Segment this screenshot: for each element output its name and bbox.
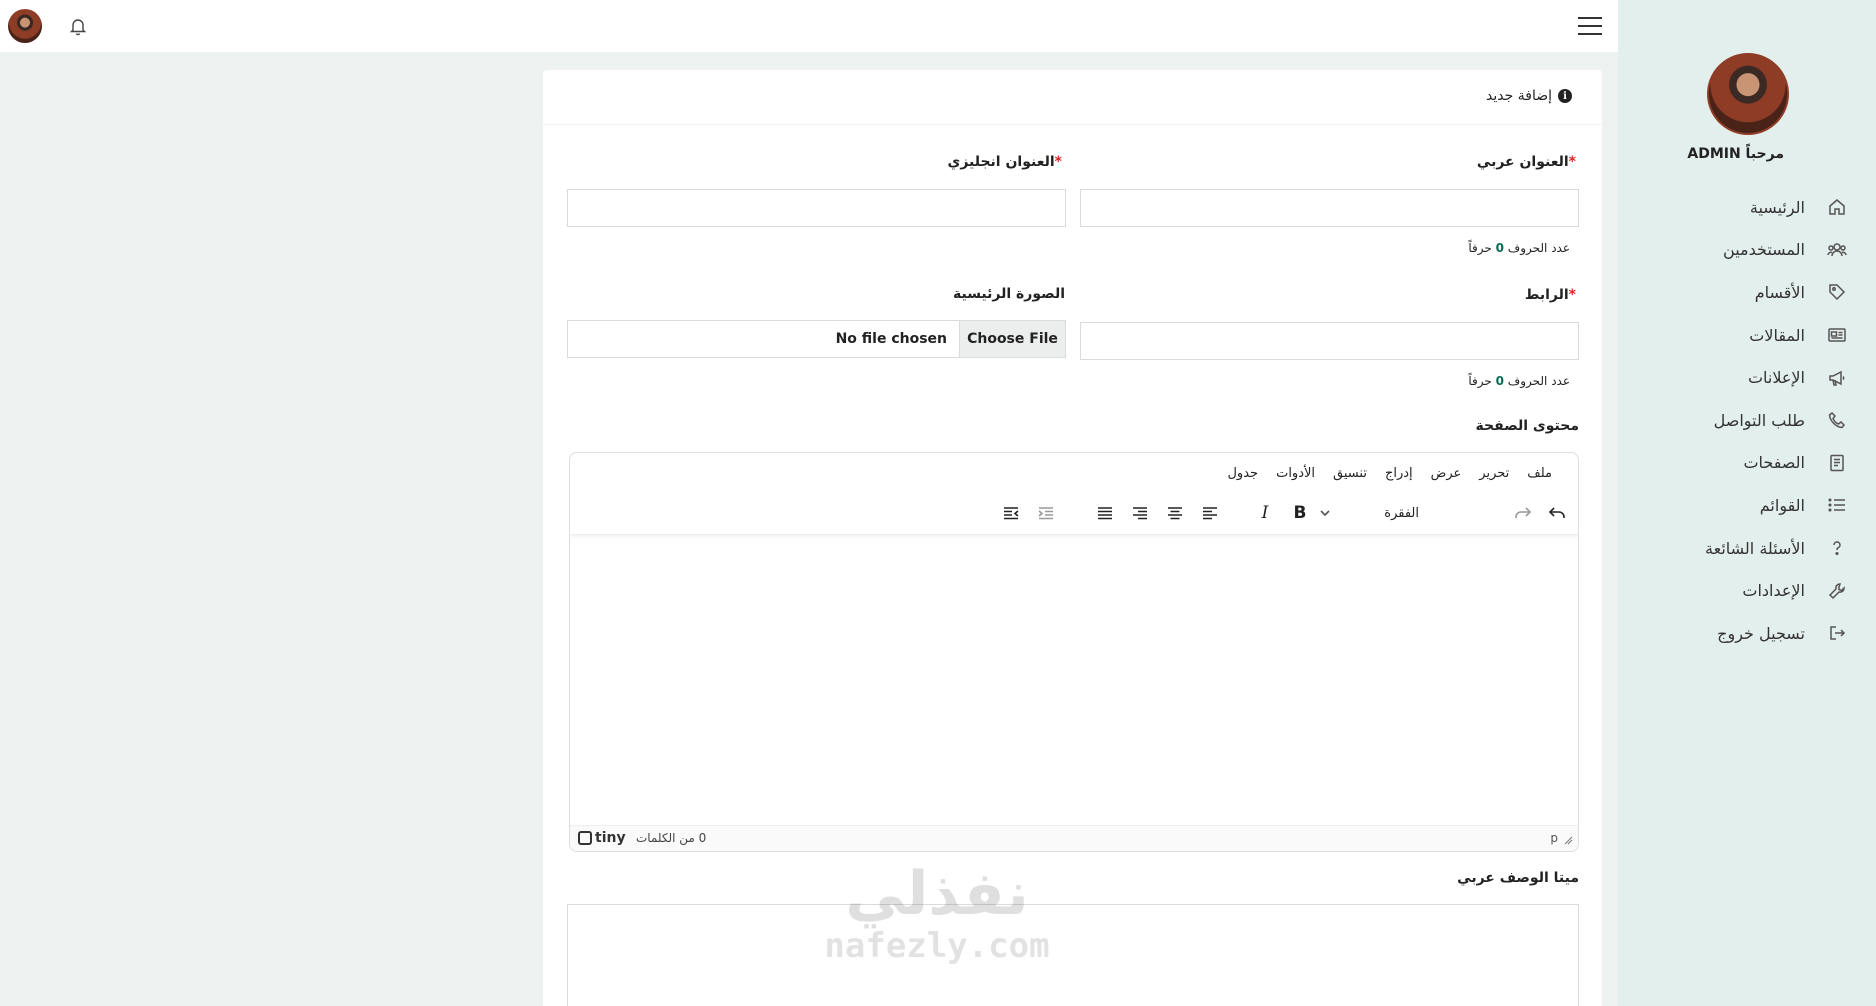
add-new-card: i إضافة جديد *العنوان عربي *العنوان انجل… (543, 70, 1602, 1006)
megaphone-icon (1827, 368, 1847, 388)
bold-button[interactable]: B (1288, 501, 1312, 525)
link-label: *الرابط (1524, 287, 1576, 303)
main-image-file-input[interactable]: No file chosen Choose File (567, 320, 1066, 358)
title-en-label: *العنوان انجليزي (947, 154, 1062, 170)
sidebar-item-logout[interactable]: تسجيل خروج (1618, 612, 1876, 655)
editor-toolbar: الفقرة B I (570, 493, 1578, 535)
menu-view[interactable]: عرض (1431, 466, 1462, 481)
word-count[interactable]: 0 من الكلمات (636, 831, 706, 845)
resize-handle-icon[interactable] (1563, 835, 1573, 845)
tiny-logo[interactable]: tiny (578, 830, 626, 846)
sidebar-item-contact[interactable]: طلب التواصل (1618, 399, 1876, 442)
tag-icon (1827, 282, 1847, 302)
editor-statusbar: tiny 0 من الكلمات p (570, 825, 1578, 851)
title-ar-char-counter: عدد الحروف 0 حرفاً (1468, 241, 1570, 255)
chevron-down-icon (1320, 510, 1330, 517)
sidebar-item-settings[interactable]: الإعدادات (1618, 569, 1876, 612)
user-avatar[interactable] (8, 9, 42, 43)
sidebar-item-pages[interactable]: الصفحات (1618, 442, 1876, 485)
menu-file[interactable]: ملف (1527, 466, 1552, 481)
menu-edit[interactable]: تحرير (1479, 466, 1509, 481)
sidebar-item-ads[interactable]: الإعلانات (1618, 356, 1876, 399)
title-ar-input[interactable] (1080, 189, 1579, 227)
notification-bell-icon[interactable] (68, 16, 88, 36)
users-icon (1827, 240, 1847, 260)
indent-icon[interactable] (1034, 501, 1058, 525)
outdent-icon[interactable] (999, 501, 1023, 525)
link-input[interactable] (1080, 322, 1579, 360)
align-right-icon[interactable] (1128, 501, 1152, 525)
align-center-icon[interactable] (1163, 501, 1187, 525)
main-image-label: الصورة الرئيسية (952, 286, 1065, 302)
editor-menubar: جدول الأدوات تنسيق إدراج عرض تحرير ملف (570, 453, 1578, 493)
undo-icon[interactable] (1545, 501, 1569, 525)
newspaper-icon (1827, 325, 1847, 345)
element-path[interactable]: p (1550, 831, 1558, 845)
menu-insert[interactable]: إدراج (1385, 466, 1413, 481)
meta-desc-ar-textarea[interactable] (567, 904, 1579, 1006)
sidebar-item-faq[interactable]: الأسئلة الشائعة (1618, 527, 1876, 570)
file-status: No file chosen (835, 331, 947, 347)
menu-format[interactable]: تنسيق (1333, 466, 1367, 481)
logout-icon (1827, 623, 1847, 643)
list-icon (1827, 495, 1847, 515)
title-ar-label: *العنوان عربي (1476, 154, 1576, 170)
sidebar-item-home[interactable]: الرئيسية (1618, 186, 1876, 229)
welcome-text: مرحباً ADMIN (1687, 146, 1784, 162)
sidebar: مرحباً ADMIN الرئيسية المستخدمين الأقسام… (1618, 0, 1876, 1006)
link-char-counter: عدد الحروف 0 حرفاً (1468, 374, 1570, 388)
home-icon (1827, 197, 1847, 217)
card-title: i إضافة جديد (1486, 88, 1572, 104)
align-left-icon[interactable] (1198, 501, 1222, 525)
rich-text-editor: جدول الأدوات تنسيق إدراج عرض تحرير ملف ا… (569, 452, 1579, 852)
page-icon (1827, 453, 1847, 473)
italic-button[interactable]: I (1253, 501, 1277, 525)
title-en-input[interactable] (567, 189, 1066, 227)
sidebar-nav: الرئيسية المستخدمين الأقسام المقالات الإ… (1618, 186, 1876, 655)
align-justify-icon[interactable] (1093, 501, 1117, 525)
redo-icon[interactable] (1511, 501, 1535, 525)
sidebar-item-categories[interactable]: الأقسام (1618, 271, 1876, 314)
top-bar (0, 0, 1618, 52)
wrench-icon (1827, 581, 1847, 601)
menu-tools[interactable]: الأدوات (1276, 466, 1315, 481)
card-header: i إضافة جديد (543, 70, 1602, 125)
phone-icon (1827, 410, 1847, 430)
sidebar-item-articles[interactable]: المقالات (1618, 314, 1876, 357)
block-format-select[interactable]: الفقرة (1319, 501, 1419, 525)
info-icon: i (1558, 89, 1572, 103)
choose-file-button[interactable]: Choose File (959, 321, 1065, 357)
menu-table[interactable]: جدول (1227, 466, 1258, 481)
menu-toggle-icon[interactable] (1578, 17, 1602, 37)
sidebar-item-menus[interactable]: القوائم (1618, 484, 1876, 527)
sidebar-item-users[interactable]: المستخدمين (1618, 229, 1876, 272)
question-icon (1827, 538, 1847, 558)
meta-desc-ar-label: ميتا الوصف عربي (1457, 870, 1579, 886)
profile-avatar (1707, 53, 1789, 135)
content-label: محتوى الصفحة (1475, 418, 1579, 434)
